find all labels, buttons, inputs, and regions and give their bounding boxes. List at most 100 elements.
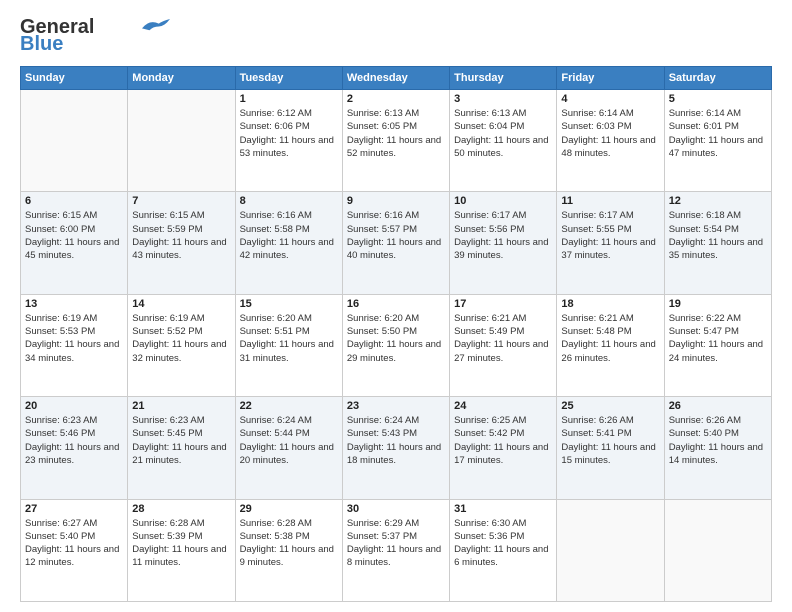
calendar-cell: 22 Sunrise: 6:24 AM Sunset: 5:44 PM Dayli…	[235, 397, 342, 499]
day-info: Sunrise: 6:19 AM Sunset: 5:53 PM Dayligh…	[25, 312, 123, 365]
day-info: Sunrise: 6:13 AM Sunset: 6:04 PM Dayligh…	[454, 107, 552, 160]
day-info: Sunrise: 6:16 AM Sunset: 5:57 PM Dayligh…	[347, 209, 445, 262]
day-info: Sunrise: 6:28 AM Sunset: 5:39 PM Dayligh…	[132, 517, 230, 570]
day-number: 12	[669, 195, 767, 207]
day-number: 3	[454, 93, 552, 105]
day-number: 17	[454, 298, 552, 310]
calendar-cell: 17Sunrise: 6:21 AM Sunset: 5:49 PM Dayli…	[450, 294, 557, 396]
calendar-cell: 16Sunrise: 6:20 AM Sunset: 5:50 PM Dayli…	[342, 294, 449, 396]
calendar-cell: 20Sunrise: 6:23 AM Sunset: 5:46 PM Dayli…	[21, 397, 128, 499]
calendar-week-row: 13 Sunrise: 6:19 AM Sunset: 5:53 PM Dayli…	[21, 294, 772, 396]
calendar-cell: 15 Sunrise: 6:20 AM Sunset: 5:51 PM Dayli…	[235, 294, 342, 396]
day-info: Sunrise: 6:14 AM Sunset: 6:03 PM Dayligh…	[561, 107, 659, 160]
day-number: 16	[347, 298, 445, 310]
calendar-cell	[128, 90, 235, 192]
calendar-cell: 24 Sunrise: 6:25 AM Sunset: 5:42 PM Dayli…	[450, 397, 557, 499]
day-info: Sunrise: 6:15 AM Sunset: 6:00 PM Dayligh…	[25, 209, 123, 262]
col-header-tuesday: Tuesday	[235, 67, 342, 90]
col-header-saturday: Saturday	[664, 67, 771, 90]
day-number: 27	[25, 503, 123, 515]
day-number: 15	[240, 298, 338, 310]
calendar-cell: 14 Sunrise: 6:19 AM Sunset: 5:52 PM Dayli…	[128, 294, 235, 396]
calendar-cell: 21 Sunrise: 6:23 AM Sunset: 5:45 PM Dayli…	[128, 397, 235, 499]
day-number: 6	[25, 195, 123, 207]
day-number: 21	[132, 400, 230, 412]
calendar-cell: 26 Sunrise: 6:26 AM Sunset: 5:40 PM Dayli…	[664, 397, 771, 499]
calendar-cell: 9Sunrise: 6:16 AM Sunset: 5:57 PM Daylig…	[342, 192, 449, 294]
day-info: Sunrise: 6:24 AM Sunset: 5:44 PM Dayligh…	[240, 414, 338, 467]
calendar-cell: 3 Sunrise: 6:13 AM Sunset: 6:04 PM Daylig…	[450, 90, 557, 192]
day-number: 22	[240, 400, 338, 412]
day-info: Sunrise: 6:26 AM Sunset: 5:41 PM Dayligh…	[561, 414, 659, 467]
calendar-week-row: 6 Sunrise: 6:15 AM Sunset: 6:00 PM Daylig…	[21, 192, 772, 294]
calendar-cell: 31 Sunrise: 6:30 AM Sunset: 5:36 PM Dayli…	[450, 499, 557, 601]
calendar-cell: 5Sunrise: 6:14 AM Sunset: 6:01 PM Daylig…	[664, 90, 771, 192]
day-number: 24	[454, 400, 552, 412]
calendar-cell: 6 Sunrise: 6:15 AM Sunset: 6:00 PM Daylig…	[21, 192, 128, 294]
day-info: Sunrise: 6:14 AM Sunset: 6:01 PM Dayligh…	[669, 107, 767, 160]
day-number: 18	[561, 298, 659, 310]
calendar-cell: 29 Sunrise: 6:28 AM Sunset: 5:38 PM Dayli…	[235, 499, 342, 601]
day-number: 29	[240, 503, 338, 515]
calendar-cell: 8Sunrise: 6:16 AM Sunset: 5:58 PM Daylig…	[235, 192, 342, 294]
day-number: 23	[347, 400, 445, 412]
day-info: Sunrise: 6:13 AM Sunset: 6:05 PM Dayligh…	[347, 107, 445, 160]
day-number: 25	[561, 400, 659, 412]
calendar-week-row: 20Sunrise: 6:23 AM Sunset: 5:46 PM Dayli…	[21, 397, 772, 499]
calendar-cell: 13 Sunrise: 6:19 AM Sunset: 5:53 PM Dayli…	[21, 294, 128, 396]
calendar-cell: 12 Sunrise: 6:18 AM Sunset: 5:54 PM Dayli…	[664, 192, 771, 294]
day-number: 19	[669, 298, 767, 310]
calendar-cell: 7 Sunrise: 6:15 AM Sunset: 5:59 PM Daylig…	[128, 192, 235, 294]
logo-blue: Blue	[20, 33, 63, 56]
col-header-wednesday: Wednesday	[342, 67, 449, 90]
day-info: Sunrise: 6:25 AM Sunset: 5:42 PM Dayligh…	[454, 414, 552, 467]
calendar-cell: 30Sunrise: 6:29 AM Sunset: 5:37 PM Dayli…	[342, 499, 449, 601]
calendar-week-row: 27 Sunrise: 6:27 AM Sunset: 5:40 PM Dayli…	[21, 499, 772, 601]
day-info: Sunrise: 6:27 AM Sunset: 5:40 PM Dayligh…	[25, 517, 123, 570]
calendar-cell	[664, 499, 771, 601]
calendar-week-row: 1Sunrise: 6:12 AM Sunset: 6:06 PM Daylig…	[21, 90, 772, 192]
calendar-cell: 27 Sunrise: 6:27 AM Sunset: 5:40 PM Dayli…	[21, 499, 128, 601]
day-info: Sunrise: 6:18 AM Sunset: 5:54 PM Dayligh…	[669, 209, 767, 262]
day-number: 1	[240, 93, 338, 105]
day-number: 2	[347, 93, 445, 105]
day-number: 31	[454, 503, 552, 515]
calendar-cell: 11 Sunrise: 6:17 AM Sunset: 5:55 PM Dayli…	[557, 192, 664, 294]
day-number: 13	[25, 298, 123, 310]
col-header-sunday: Sunday	[21, 67, 128, 90]
day-number: 10	[454, 195, 552, 207]
day-number: 30	[347, 503, 445, 515]
day-number: 20	[25, 400, 123, 412]
calendar-cell: 10 Sunrise: 6:17 AM Sunset: 5:56 PM Dayli…	[450, 192, 557, 294]
calendar-cell: 23Sunrise: 6:24 AM Sunset: 5:43 PM Dayli…	[342, 397, 449, 499]
calendar-cell: 1Sunrise: 6:12 AM Sunset: 6:06 PM Daylig…	[235, 90, 342, 192]
day-info: Sunrise: 6:17 AM Sunset: 5:55 PM Dayligh…	[561, 209, 659, 262]
day-info: Sunrise: 6:28 AM Sunset: 5:38 PM Dayligh…	[240, 517, 338, 570]
calendar-cell: 18Sunrise: 6:21 AM Sunset: 5:48 PM Dayli…	[557, 294, 664, 396]
day-info: Sunrise: 6:19 AM Sunset: 5:52 PM Dayligh…	[132, 312, 230, 365]
day-info: Sunrise: 6:23 AM Sunset: 5:45 PM Dayligh…	[132, 414, 230, 467]
day-info: Sunrise: 6:30 AM Sunset: 5:36 PM Dayligh…	[454, 517, 552, 570]
day-info: Sunrise: 6:15 AM Sunset: 5:59 PM Dayligh…	[132, 209, 230, 262]
day-number: 14	[132, 298, 230, 310]
calendar-table: SundayMondayTuesdayWednesdayThursdayFrid…	[20, 66, 772, 602]
header: General Blue	[20, 16, 772, 56]
logo-bird-icon	[142, 19, 170, 33]
col-header-thursday: Thursday	[450, 67, 557, 90]
day-info: Sunrise: 6:16 AM Sunset: 5:58 PM Dayligh…	[240, 209, 338, 262]
col-header-monday: Monday	[128, 67, 235, 90]
day-number: 26	[669, 400, 767, 412]
day-info: Sunrise: 6:17 AM Sunset: 5:56 PM Dayligh…	[454, 209, 552, 262]
calendar-cell: 4Sunrise: 6:14 AM Sunset: 6:03 PM Daylig…	[557, 90, 664, 192]
calendar-cell: 28Sunrise: 6:28 AM Sunset: 5:39 PM Dayli…	[128, 499, 235, 601]
page: General Blue SundayMondayTuesdayWednesda…	[0, 0, 792, 612]
calendar-cell: 25 Sunrise: 6:26 AM Sunset: 5:41 PM Dayli…	[557, 397, 664, 499]
col-header-friday: Friday	[557, 67, 664, 90]
day-number: 7	[132, 195, 230, 207]
day-info: Sunrise: 6:22 AM Sunset: 5:47 PM Dayligh…	[669, 312, 767, 365]
day-info: Sunrise: 6:20 AM Sunset: 5:51 PM Dayligh…	[240, 312, 338, 365]
day-info: Sunrise: 6:26 AM Sunset: 5:40 PM Dayligh…	[669, 414, 767, 467]
calendar-header-row: SundayMondayTuesdayWednesdayThursdayFrid…	[21, 67, 772, 90]
day-number: 11	[561, 195, 659, 207]
calendar-cell: 2 Sunrise: 6:13 AM Sunset: 6:05 PM Daylig…	[342, 90, 449, 192]
